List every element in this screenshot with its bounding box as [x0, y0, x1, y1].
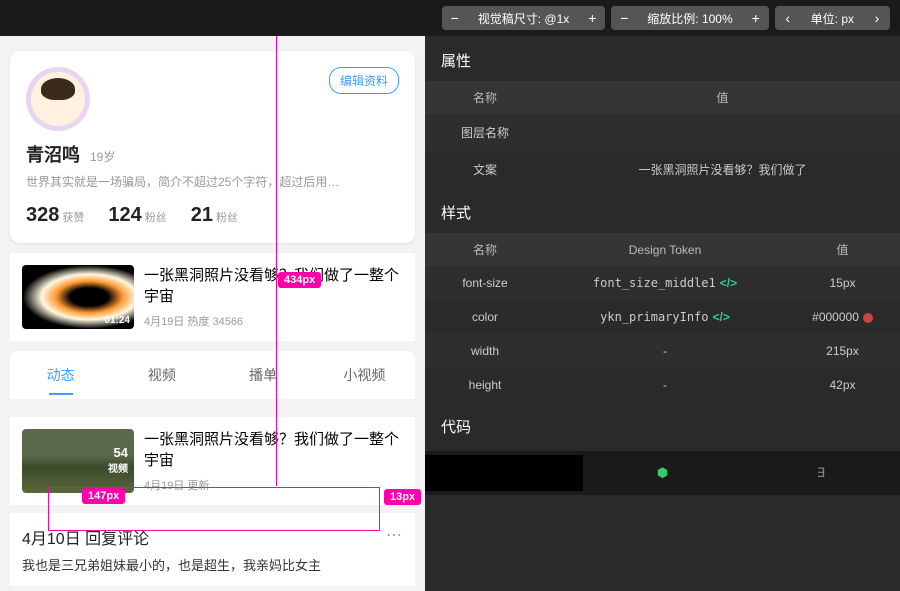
- tab-playlist[interactable]: 播单: [213, 351, 314, 399]
- measure-badge: 147px: [82, 488, 125, 504]
- profile-name: 青沼鸣: [26, 141, 80, 167]
- stat-label: 粉丝: [216, 209, 238, 225]
- style-token: font_size_middle1: [593, 276, 716, 290]
- measure-badge: 13px: [384, 489, 421, 505]
- avatar[interactable]: [26, 67, 90, 131]
- post-title: 一张黑洞照片没看够？我们做了一整个宇宙: [144, 265, 403, 307]
- stat-label: 粉丝: [145, 209, 167, 225]
- style-table: 名称 Design Token 值 font-size font_size_mi…: [425, 233, 900, 402]
- visual-size-minus[interactable]: −: [442, 6, 468, 30]
- inspector-panel: 属性 名称值 图层名称 文案一张黑洞照片没看够？我们做了 样式 名称 Desig…: [425, 36, 900, 591]
- attrs-table: 名称值 图层名称 文案一张黑洞照片没看够？我们做了: [425, 81, 900, 188]
- profile-card: 编辑资料 青沼鸣 19岁 世界其实就是一场骗局，简介不超过25个字符，超过后用……: [10, 51, 415, 243]
- stat-num: 21: [191, 204, 213, 227]
- code-tab-css[interactable]: ∃: [742, 455, 900, 491]
- code-section-title: 代码: [425, 402, 900, 447]
- unit-label: 单位: px: [801, 10, 864, 27]
- code-icon: </>: [720, 276, 737, 290]
- code-icon: </>: [713, 310, 730, 324]
- comment-section[interactable]: 4月10日 回复评论 我也是三兄弟姐妹最小的，也是超生，我亲妈比女主 ⋯: [10, 513, 415, 586]
- stat-num: 328: [26, 204, 59, 227]
- measure-badge: 434px: [278, 272, 321, 288]
- style-name: width: [425, 334, 545, 368]
- style-name: font-size: [425, 266, 545, 300]
- col-name: 名称: [425, 81, 545, 114]
- post-item[interactable]: 01:24 一张黑洞照片没看够？我们做了一整个宇宙 4月19日 热度 34566: [10, 253, 415, 341]
- col-name: 名称: [425, 233, 545, 266]
- profile-bio: 世界其实就是一场骗局，简介不超过25个字符，超过后用…: [26, 173, 399, 190]
- profile-stats: 328获赞 124粉丝 21粉丝: [26, 204, 399, 227]
- style-name: height: [425, 368, 545, 402]
- code-tabs: ⬢ ∃: [425, 451, 900, 495]
- zoom-plus[interactable]: +: [743, 6, 769, 30]
- tab-bar: 动态 视频 播单 小视频: [10, 351, 415, 399]
- post-meta: 4月19日 热度 34566: [144, 313, 403, 329]
- design-canvas[interactable]: 434px 147px 13px 编辑资料 青沼鸣 19岁 世界其实就是一场骗局…: [0, 36, 425, 591]
- unit-prev[interactable]: ‹: [775, 6, 801, 30]
- code-tab-ios[interactable]: [425, 455, 583, 491]
- attr-value: 一张黑洞照片没看够？我们做了: [545, 151, 900, 188]
- video-count: 54: [114, 445, 128, 460]
- attrs-section-title: 属性: [425, 36, 900, 81]
- tab-dynamic[interactable]: 动态: [10, 351, 111, 399]
- style-value: 15px: [785, 266, 900, 300]
- col-value: 值: [545, 81, 900, 114]
- post-thumbnail: 54 视频: [22, 429, 134, 493]
- comment-title: 4月10日 回复评论: [22, 525, 403, 549]
- zoom-minus[interactable]: −: [611, 6, 637, 30]
- style-token: ykn_primaryInfo: [600, 310, 708, 324]
- video-duration: 01:24: [104, 315, 130, 326]
- col-token: Design Token: [545, 233, 785, 266]
- unit-next[interactable]: ›: [864, 6, 890, 30]
- css-icon: ∃: [817, 465, 825, 480]
- tab-shortvideo[interactable]: 小视频: [314, 351, 415, 399]
- color-swatch-icon: [863, 313, 873, 323]
- style-section-title: 样式: [425, 188, 900, 233]
- code-tab-android[interactable]: ⬢: [583, 455, 741, 491]
- attr-name: 文案: [425, 151, 545, 188]
- style-value: 215px: [785, 334, 900, 368]
- stat-label: 获赞: [62, 209, 84, 225]
- style-token: -: [545, 334, 785, 368]
- style-value: 42px: [785, 368, 900, 402]
- profile-age: 19岁: [90, 148, 115, 165]
- visual-size-plus[interactable]: +: [579, 6, 605, 30]
- zoom-label: 缩放比例: 100%: [637, 10, 742, 27]
- post-item[interactable]: 54 视频 一张黑洞照片没看够？我们做了一整个宇宙 4月19日 更新: [10, 417, 415, 505]
- comment-body: 我也是三兄弟姐妹最小的，也是超生，我亲妈比女主: [22, 555, 403, 574]
- android-icon: ⬢: [657, 465, 668, 480]
- edit-profile-button[interactable]: 编辑资料: [329, 67, 399, 94]
- video-count-label: 视频: [108, 464, 128, 475]
- more-icon[interactable]: ⋯: [386, 525, 403, 545]
- attr-value: [545, 114, 900, 151]
- tab-video[interactable]: 视频: [111, 351, 212, 399]
- style-name: color: [425, 300, 545, 334]
- post-meta: 4月19日 更新: [144, 477, 403, 493]
- visual-size-label: 视觉稿尺寸: @1x: [468, 10, 580, 27]
- top-toolbar: − 视觉稿尺寸: @1x + − 缩放比例: 100% + ‹ 单位: px ›: [0, 0, 900, 36]
- attr-name: 图层名称: [425, 114, 545, 151]
- measure-line-vertical: [276, 36, 277, 486]
- post-thumbnail: 01:24: [22, 265, 134, 329]
- col-value: 值: [785, 233, 900, 266]
- post-title: 一张黑洞照片没看够？我们做了一整个宇宙: [144, 429, 403, 471]
- style-token: -: [545, 368, 785, 402]
- style-value: #000000: [812, 310, 859, 324]
- stat-num: 124: [108, 204, 141, 227]
